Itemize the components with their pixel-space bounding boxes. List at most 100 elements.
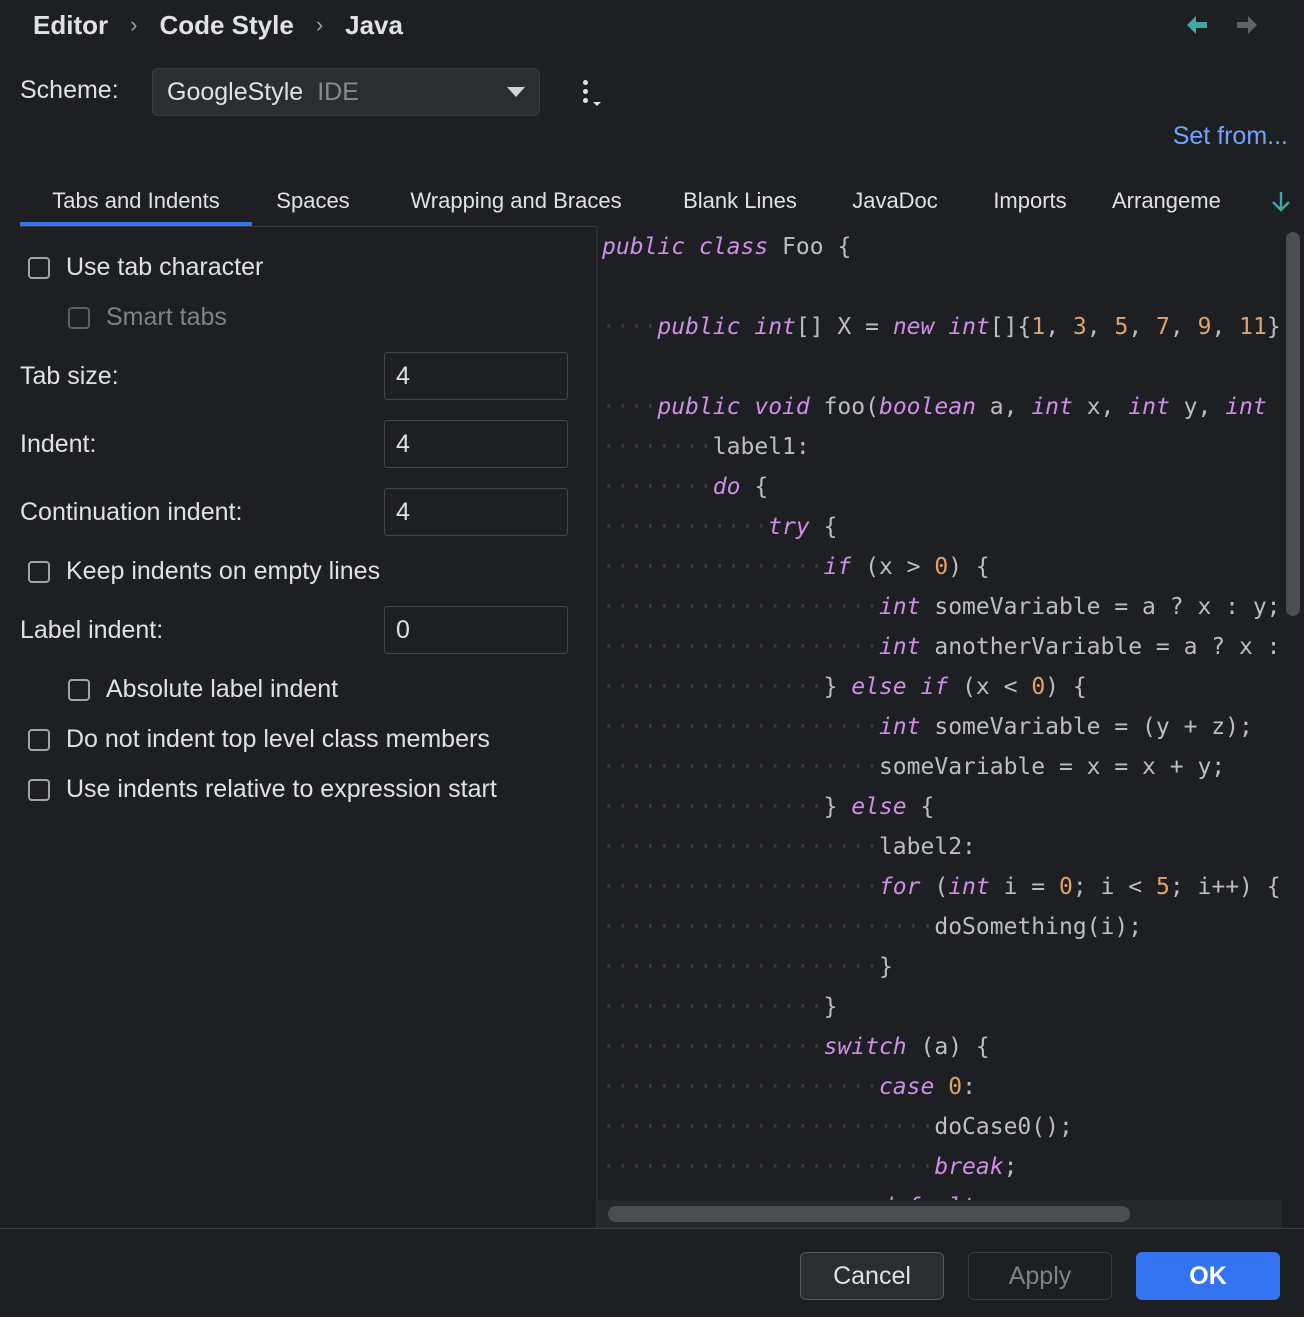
code-text: someVariable = (y + z); <box>920 714 1253 740</box>
smart-tabs-option[interactable]: Smart tabs <box>68 303 227 332</box>
code-keyword: public <box>602 234 686 260</box>
set-from-link[interactable]: Set from... <box>1173 122 1288 151</box>
code-text: , <box>1086 314 1115 340</box>
settings-tabs: Tabs and Indents Spaces Wrapping and Bra… <box>20 178 1304 227</box>
code-line: ····public void foo(boolean a, int x, in… <box>602 387 1282 427</box>
whitespace-marker: ················ <box>602 994 824 1020</box>
code-keyword: do <box>712 474 741 500</box>
code-keyword: int <box>948 874 990 900</box>
relative-indents-checkbox[interactable] <box>28 778 50 801</box>
breadcrumb-item-code-style[interactable]: Code Style <box>159 10 293 41</box>
arrow-right-icon <box>1237 16 1257 34</box>
tab-tabs-and-indents[interactable]: Tabs and Indents <box>20 178 252 226</box>
code-text: { <box>906 794 935 820</box>
no-indent-top-level-option[interactable]: Do not indent top level class members <box>28 725 490 754</box>
horizontal-scrollbar-thumb[interactable] <box>608 1206 1130 1222</box>
scheme-actions-button[interactable] <box>573 76 607 112</box>
code-line: ····················label2: <box>602 827 976 867</box>
continuation-indent-input[interactable] <box>384 488 568 536</box>
code-line: ················} else { <box>602 787 934 827</box>
no-indent-top-level-checkbox[interactable] <box>28 728 50 751</box>
tab-size-label: Tab size: <box>20 362 119 390</box>
code-number: 5 <box>1114 314 1129 340</box>
scheme-scope: IDE <box>317 77 359 106</box>
relative-indents-option[interactable]: Use indents relative to expression start <box>28 775 497 804</box>
tab-blank-lines[interactable]: Blank Lines <box>668 178 812 224</box>
tab-javadoc[interactable]: JavaDoc <box>838 178 952 224</box>
ok-button[interactable]: OK <box>1136 1252 1280 1300</box>
whitespace-marker: ········ <box>602 434 713 460</box>
absolute-label-indent-option[interactable]: Absolute label indent <box>68 675 338 704</box>
back-button[interactable] <box>1180 8 1214 42</box>
breadcrumb-item-editor[interactable]: Editor <box>33 10 108 41</box>
code-line: ········do { <box>602 467 768 507</box>
code-text: ; <box>1003 1154 1018 1180</box>
code-number: 0 <box>1031 674 1046 700</box>
code-line: public class Foo { <box>602 227 851 267</box>
code-keyword: int <box>754 314 796 340</box>
code-line: ····················case 0: <box>602 1067 976 1107</box>
use-tab-character-option[interactable]: Use tab character <box>28 253 263 282</box>
cancel-button[interactable]: Cancel <box>800 1252 944 1300</box>
code-text: []{ <box>989 314 1032 340</box>
smart-tabs-checkbox[interactable] <box>68 306 90 329</box>
code-text: y, <box>1169 394 1226 420</box>
code-line: ················if (x > 0) { <box>602 547 990 587</box>
whitespace-marker: ···· <box>602 314 658 340</box>
code-text: x, <box>1072 394 1129 420</box>
chevron-down-icon <box>507 87 525 97</box>
code-line: ····················int someVariable = a… <box>602 587 1281 627</box>
code-keyword: else <box>851 794 907 820</box>
code-line: ····public int[] X = new int[]{1, 3, 5, … <box>602 307 1282 347</box>
code-text: ) { <box>1045 674 1087 700</box>
whitespace-marker: ························ <box>602 914 935 940</box>
use-tab-character-checkbox[interactable] <box>28 256 50 279</box>
label-indent-input[interactable] <box>384 606 568 654</box>
code-text: , <box>1045 314 1073 340</box>
code-keyword: switch <box>823 1034 907 1060</box>
absolute-label-indent-checkbox[interactable] <box>68 678 90 701</box>
keep-indents-label: Keep indents on empty lines <box>66 557 381 585</box>
label-indent-label: Label indent: <box>20 616 164 644</box>
tab-size-input[interactable] <box>384 352 568 400</box>
whitespace-marker: ············ <box>602 514 769 540</box>
code-number: 9 <box>1197 314 1212 340</box>
breadcrumb-item-java: Java <box>345 9 403 40</box>
code-line: ····················default: <box>602 1187 990 1200</box>
code-number: 11 <box>1239 314 1267 340</box>
code-preview[interactable]: public class Foo { ····public int[] X = … <box>598 226 1282 1200</box>
whitespace-marker: ···················· <box>602 1074 879 1100</box>
code-number: 3 <box>1072 314 1087 340</box>
code-line: ····················int anotherVariable … <box>602 627 1282 667</box>
forward-button[interactable] <box>1230 8 1264 42</box>
tab-arrangement[interactable]: Arrangeme <box>1112 178 1236 224</box>
whitespace-marker: ···················· <box>602 594 879 620</box>
keep-indents-option[interactable]: Keep indents on empty lines <box>28 557 380 586</box>
tab-wrapping-and-braces[interactable]: Wrapping and Braces <box>388 178 644 224</box>
indent-input[interactable] <box>384 420 568 468</box>
keep-indents-checkbox[interactable] <box>28 560 50 583</box>
whitespace-marker: ················ <box>602 794 824 820</box>
vertical-scrollbar-thumb[interactable] <box>1286 232 1300 616</box>
code-line: ····················for (int i = 0; i < … <box>602 867 1281 907</box>
relative-indents-label: Use indents relative to expression start <box>66 775 497 803</box>
tab-imports[interactable]: Imports <box>978 178 1082 224</box>
tabs-overflow-button[interactable] <box>1268 188 1294 216</box>
code-text: ; i < <box>1072 874 1156 900</box>
code-line: ············try { <box>602 507 837 547</box>
whitespace-marker: ························ <box>602 1114 935 1140</box>
code-keyword: case <box>878 1074 935 1100</box>
tab-spaces[interactable]: Spaces <box>260 178 366 224</box>
whitespace-marker: ···················· <box>602 754 879 780</box>
code-text: , <box>1169 314 1198 340</box>
code-line: ····················int someVariable = (… <box>602 707 1253 747</box>
code-text: someVariable = a ? x : y; <box>920 594 1281 620</box>
code-keyword: public <box>657 394 741 420</box>
code-text: } <box>823 674 852 700</box>
apply-button[interactable]: Apply <box>968 1252 1112 1300</box>
code-text: [] X = <box>795 314 893 340</box>
scheme-dropdown[interactable]: GoogleStyle IDE <box>152 68 540 116</box>
arrow-down-icon <box>1272 192 1290 212</box>
